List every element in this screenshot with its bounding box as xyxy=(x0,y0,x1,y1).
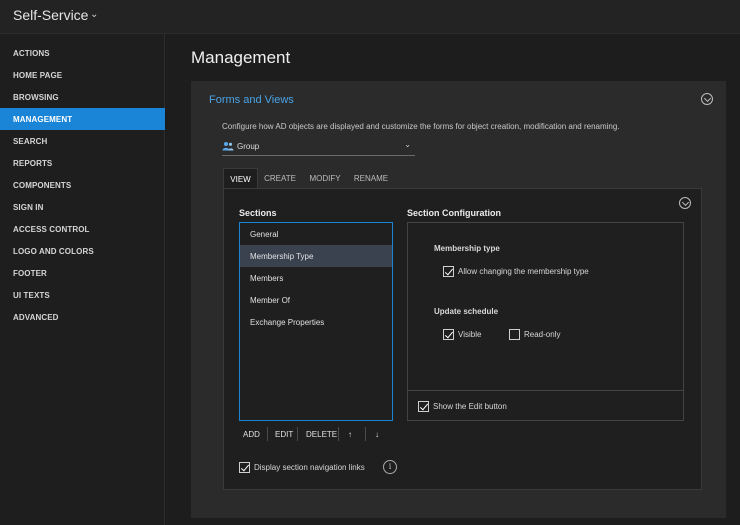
checkbox-label: Visible xyxy=(458,330,482,339)
checkbox-label: Read-only xyxy=(524,330,561,339)
divider xyxy=(408,390,683,391)
tab-view[interactable]: VIEW xyxy=(223,168,258,188)
sidebar-item-components[interactable]: COMPONENTS xyxy=(0,174,165,196)
tab-rename[interactable]: RENAME xyxy=(350,168,392,188)
sidebar-item-advanced[interactable]: ADVANCED xyxy=(0,306,165,328)
sidebar-item-access-control[interactable]: ACCESS CONTROL xyxy=(0,218,165,240)
sections-heading: Sections xyxy=(239,208,277,218)
sidebar-item-sign-in[interactable]: SIGN IN xyxy=(0,196,165,218)
app-title[interactable]: Self-Service xyxy=(13,7,88,23)
collapse-panel-icon[interactable] xyxy=(679,197,691,209)
list-item[interactable]: General xyxy=(240,223,392,245)
divider xyxy=(338,427,339,441)
sidebar: ACTIONS HOME PAGE BROWSING MANAGEMENT SE… xyxy=(0,34,165,525)
membership-type-label: Membership type xyxy=(434,244,500,253)
card-description: Configure how AD objects are displayed a… xyxy=(222,122,620,131)
move-up-button[interactable]: ↑ xyxy=(348,426,352,442)
checkbox-label: Show the Edit button xyxy=(433,402,507,411)
page-title: Management xyxy=(191,48,291,67)
move-down-button[interactable]: ↓ xyxy=(375,426,379,442)
chevron-down-icon[interactable]: ⌄ xyxy=(90,9,98,20)
checkbox[interactable] xyxy=(443,266,454,277)
chevron-down-icon: ⌄ xyxy=(404,140,411,149)
object-type-select[interactable]: Group ⌄ xyxy=(222,138,415,156)
tab-create[interactable]: CREATE xyxy=(261,168,299,188)
main-content: Management Forms and Views Configure how… xyxy=(166,34,740,525)
collapse-card-icon[interactable] xyxy=(701,93,713,105)
section-configuration-heading: Section Configuration xyxy=(407,208,501,218)
divider xyxy=(365,427,366,441)
add-section-button[interactable]: ADD xyxy=(243,426,260,442)
edit-section-button[interactable]: EDIT xyxy=(275,426,293,442)
sidebar-item-home-page[interactable]: HOME PAGE xyxy=(0,64,165,86)
checkbox[interactable] xyxy=(443,329,454,340)
top-bar: Self-Service ⌄ xyxy=(0,0,740,34)
list-item[interactable]: Members xyxy=(240,267,392,289)
sidebar-item-browsing[interactable]: BROWSING xyxy=(0,86,165,108)
checkbox[interactable] xyxy=(418,401,429,412)
sidebar-item-reports[interactable]: REPORTS xyxy=(0,152,165,174)
checkbox[interactable] xyxy=(509,329,520,340)
group-icon xyxy=(222,142,234,151)
forms-and-views-card: Forms and Views Configure how AD objects… xyxy=(191,81,726,518)
tab-modify[interactable]: MODIFY xyxy=(303,168,347,188)
sidebar-item-search[interactable]: SEARCH xyxy=(0,130,165,152)
delete-section-button[interactable]: DELETE xyxy=(306,426,337,442)
section-configuration-box: Membership type Allow changing the membe… xyxy=(407,222,684,421)
list-item[interactable]: Exchange Properties xyxy=(240,311,392,333)
sections-list[interactable]: General Membership Type Members Member O… xyxy=(239,222,393,421)
list-item[interactable]: Member Of xyxy=(240,289,392,311)
sidebar-item-management[interactable]: MANAGEMENT xyxy=(0,108,165,130)
sidebar-item-logo-and-colors[interactable]: LOGO AND COLORS xyxy=(0,240,165,262)
view-tab-panel: Sections General Membership Type Members… xyxy=(223,188,702,490)
info-icon[interactable]: i xyxy=(383,460,397,474)
update-schedule-label: Update schedule xyxy=(434,307,499,316)
checkbox[interactable] xyxy=(239,462,250,473)
divider xyxy=(267,427,268,441)
card-title: Forms and Views xyxy=(209,94,294,106)
checkbox-label: Display section navigation links xyxy=(254,463,365,472)
object-type-value: Group xyxy=(237,142,260,151)
sidebar-item-ui-texts[interactable]: UI TEXTS xyxy=(0,284,165,306)
sidebar-item-actions[interactable]: ACTIONS xyxy=(0,42,165,64)
sidebar-item-footer[interactable]: FOOTER xyxy=(0,262,165,284)
list-item[interactable]: Membership Type xyxy=(240,245,392,267)
divider xyxy=(297,427,298,441)
checkbox-label: Allow changing the membership type xyxy=(458,267,589,276)
